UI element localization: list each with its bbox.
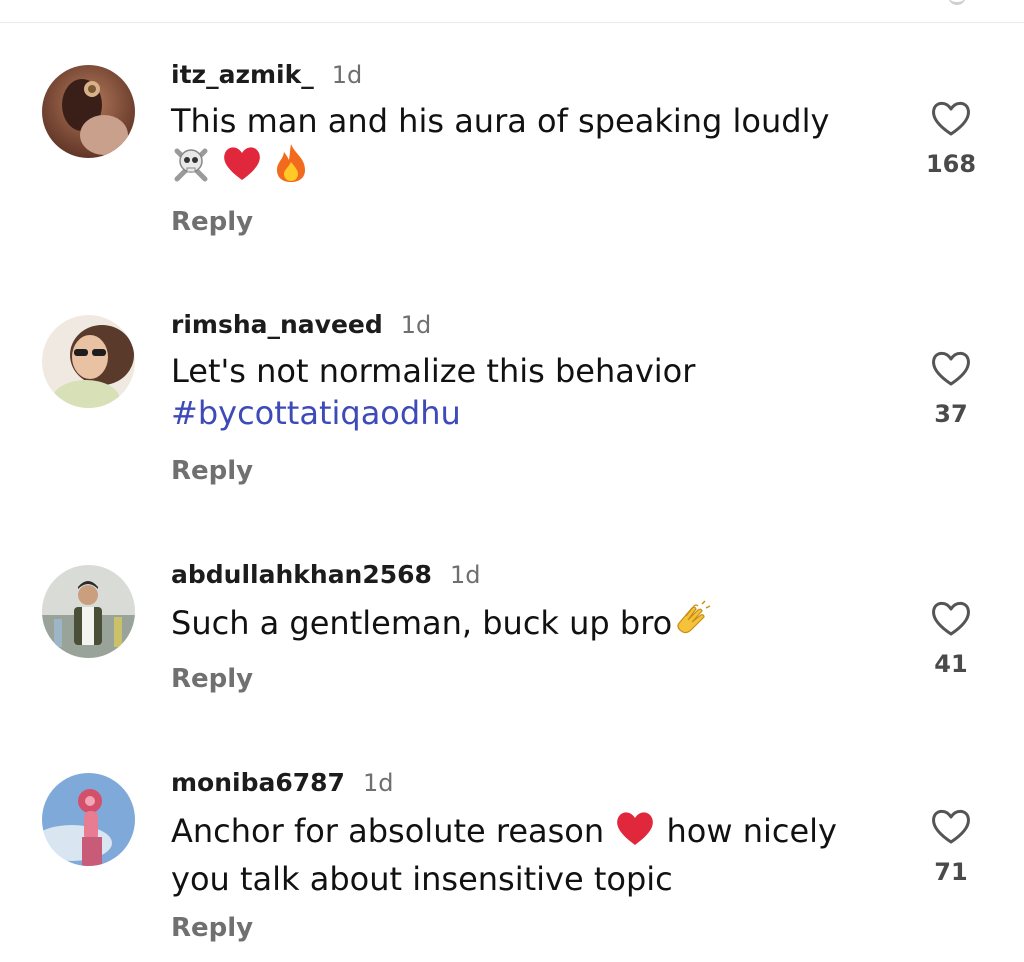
comment-meta: itz_azmik_ 1d <box>171 60 362 96</box>
fire-icon <box>273 142 309 194</box>
avatar[interactable] <box>42 565 135 658</box>
red-heart-icon <box>614 808 656 858</box>
avatar[interactable] <box>42 773 135 866</box>
comment-text: This man and his aura of speaking loudly <box>171 100 891 194</box>
like-control: 37 <box>918 348 984 428</box>
comment-body: This man and his aura of speaking loudly <box>171 102 830 140</box>
comment-body: Such a gentleman, buck up bro <box>171 604 673 642</box>
comment-text: Such a gentleman, buck up bro <box>171 600 891 650</box>
like-count: 37 <box>934 400 968 428</box>
clapping-hands-icon <box>672 600 712 650</box>
comment-time: 1d <box>449 561 481 589</box>
top-scroll-indicator <box>948 0 966 5</box>
reply-button[interactable]: Reply <box>171 913 253 943</box>
comment-body: Let's not normalize this behavior <box>171 352 696 390</box>
skull-crossbones-icon <box>171 143 211 193</box>
comment-text: Anchor for absolute reason how nicely yo… <box>171 808 891 900</box>
username[interactable]: moniba6787 <box>171 768 345 797</box>
reply-button[interactable]: Reply <box>171 456 253 486</box>
reply-button[interactable]: Reply <box>171 207 253 237</box>
username[interactable]: itz_azmik_ <box>171 60 314 89</box>
like-control: 168 <box>918 98 984 178</box>
hashtag-link[interactable]: #bycottatiqaodhu <box>171 392 891 434</box>
heart-outline-icon[interactable] <box>929 348 973 388</box>
like-control: 71 <box>918 806 984 886</box>
red-heart-icon <box>221 143 263 193</box>
comment-meta: abdullahkhan2568 1d <box>171 560 480 596</box>
avatar[interactable] <box>42 65 135 158</box>
username[interactable]: abdullahkhan2568 <box>171 560 432 589</box>
like-control: 41 <box>918 598 984 678</box>
comment-meta: rimsha_naveed 1d <box>171 310 431 346</box>
heart-outline-icon[interactable] <box>929 806 973 846</box>
like-count: 41 <box>934 650 968 678</box>
avatar[interactable] <box>42 315 135 408</box>
like-count: 168 <box>925 150 977 178</box>
heart-outline-icon[interactable] <box>929 98 973 138</box>
like-count: 71 <box>934 858 968 886</box>
reply-button[interactable]: Reply <box>171 664 253 694</box>
username[interactable]: rimsha_naveed <box>171 310 383 339</box>
heart-outline-icon[interactable] <box>929 598 973 638</box>
comment-time: 1d <box>331 61 363 89</box>
comment-body-part1: Anchor for absolute reason <box>171 812 605 850</box>
comment-time: 1d <box>362 769 394 797</box>
comment-text: Let's not normalize this behavior #bycot… <box>171 350 891 434</box>
top-divider <box>0 22 1024 23</box>
comment-time: 1d <box>400 311 432 339</box>
comment-meta: moniba6787 1d <box>171 768 393 804</box>
